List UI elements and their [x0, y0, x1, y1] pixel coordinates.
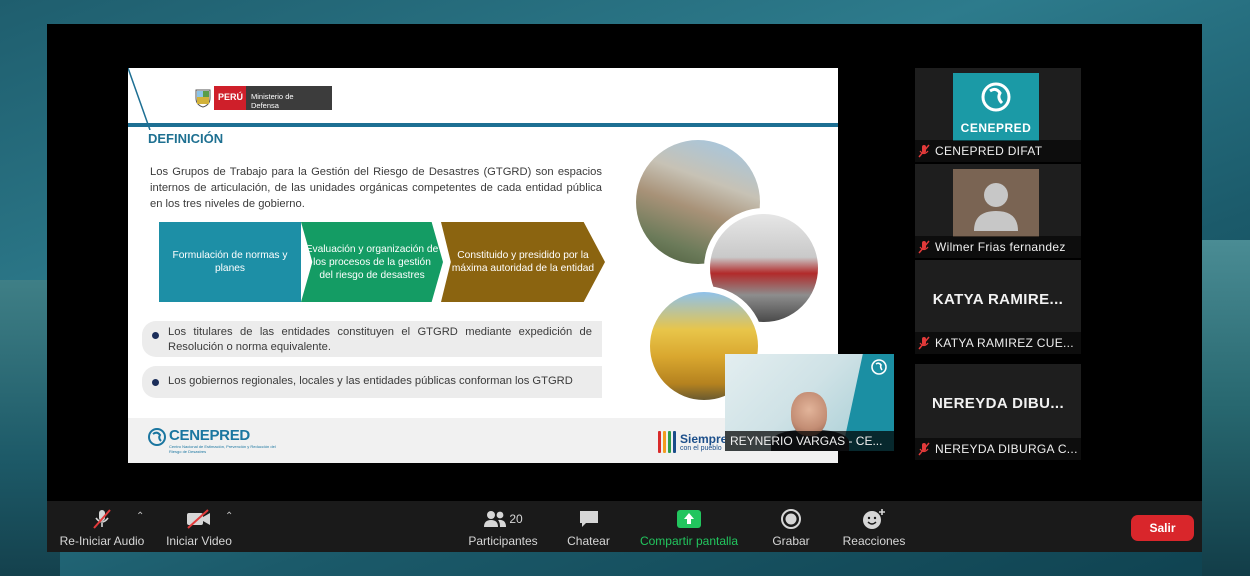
participants-label: Participantes [468, 534, 538, 548]
speaker-name-label: REYNERIO VARGAS - CE... [725, 431, 894, 451]
participant-tile[interactable]: NEREYDA DIBU... NEREYDA DIBURGA C... [915, 364, 1081, 460]
cenepred-footer-subtitle: Centro Nacional de Estimación, Prevenció… [169, 444, 276, 454]
meeting-toolbar: Re-Iniciar Audio ⌃ Iniciar Video ⌃ 20 Pa… [47, 501, 1202, 552]
participant-label: CENEPRED DIFAT [915, 140, 1081, 162]
participant-avatar [953, 169, 1039, 237]
slide-corner-decoration [128, 68, 151, 130]
participant-name: NEREYDA DIBURGA C... [935, 442, 1078, 456]
default-avatar-icon [974, 183, 1018, 231]
share-screen-icon [676, 508, 702, 530]
participant-tile[interactable]: CENEPRED CENEPRED DIFAT [915, 68, 1081, 162]
participant-label: NEREYDA DIBURGA C... [915, 438, 1081, 460]
cenepred-badge-icon [871, 359, 887, 375]
active-speaker-video[interactable]: REYNERIO VARGAS - CE... [725, 354, 894, 451]
chat-icon [576, 508, 602, 530]
share-screen-button[interactable]: Compartir pantalla [635, 501, 743, 552]
record-icon [778, 508, 804, 530]
slide-body-text: Los Grupos de Trabajo para la Gestión de… [150, 166, 602, 210]
zoom-meeting-window: PERÚ Ministerio de Defensa DEFINICIÓN Lo… [47, 24, 1202, 552]
participant-logo-text: CENEPRED [960, 121, 1032, 135]
participant-name: KATYA RAMIREZ CUE... [935, 336, 1074, 350]
participant-tile[interactable]: Wilmer Frias fernandez [915, 164, 1081, 258]
government-logo: PERÚ Ministerio de Defensa [192, 86, 333, 110]
siempre-slogan-sub: con el pueblo [680, 444, 722, 452]
bullet-item: Los gobiernos regionales, locales y las … [142, 366, 602, 398]
slide-header-line [128, 123, 838, 127]
bullet-item: Los titulares de las entidades constituy… [142, 321, 602, 357]
microphone-muted-icon [89, 508, 115, 530]
cenepred-logo-icon [981, 82, 1011, 112]
siempre-slogan: Siempre [680, 431, 728, 446]
cenepred-footer-name: CENEPRED [169, 427, 250, 444]
microphone-muted-icon [918, 442, 930, 456]
participant-display-name: KATYA RAMIRE... [932, 291, 1064, 308]
flow-step-2: Evaluación y organización de los proceso… [301, 222, 443, 302]
video-off-icon [186, 508, 212, 530]
reactions-label: Reacciones [842, 534, 906, 548]
leave-button[interactable]: Salir [1131, 515, 1194, 541]
participant-display-name: NEREYDA DIBU... [931, 395, 1065, 412]
audio-label: Re-Iniciar Audio [59, 534, 145, 548]
participant-tile[interactable]: KATYA RAMIRE... KATYA RAMIREZ CUE... [915, 260, 1081, 354]
participant-logo: CENEPRED [953, 73, 1039, 141]
participants-icon [484, 511, 507, 527]
chat-button[interactable]: Chatear [560, 501, 617, 552]
flow-step-3: Constituido y presidido por la máxima au… [441, 222, 605, 302]
chat-label: Chatear [567, 534, 610, 548]
microphone-muted-icon [918, 240, 930, 254]
record-button[interactable]: Grabar [765, 501, 817, 552]
caret-up-icon[interactable]: ⌃ [225, 511, 233, 522]
participants-button[interactable]: 20 Participantes [463, 501, 543, 552]
flow-step-1: Formulación de normas y planes [159, 222, 301, 302]
cenepred-footer-logo: CENEPRED Centro Nacional de Estimación, … [148, 428, 279, 454]
video-button[interactable]: Iniciar Video [160, 501, 238, 552]
audio-button[interactable]: Re-Iniciar Audio [57, 501, 147, 552]
video-label: Iniciar Video [166, 534, 232, 548]
participant-label: KATYA RAMIREZ CUE... [915, 332, 1081, 354]
microphone-muted-icon [918, 336, 930, 350]
cenepred-globe-icon [148, 428, 166, 446]
speaker-face [791, 392, 827, 436]
peru-shield-icon [192, 86, 214, 110]
reactions-button[interactable]: Reacciones [838, 501, 910, 552]
gov-ministry-label: Ministerio de Defensa [246, 86, 333, 110]
background-photo-right [1202, 240, 1250, 576]
caret-up-icon[interactable]: ⌃ [136, 511, 144, 522]
gov-peru-label: PERÚ [214, 86, 247, 110]
share-screen-label: Compartir pantalla [639, 534, 739, 548]
record-label: Grabar [772, 534, 810, 548]
meeting-stage: PERÚ Ministerio de Defensa DEFINICIÓN Lo… [47, 24, 1202, 501]
reactions-icon [861, 508, 887, 530]
siempre-bars-icon [658, 431, 676, 453]
participant-name: CENEPRED DIFAT [935, 144, 1043, 158]
siempre-logo: Siempre con el pueblo [658, 431, 727, 453]
participant-label: Wilmer Frias fernandez [915, 236, 1081, 258]
participant-name: Wilmer Frias fernandez [935, 240, 1066, 254]
participants-count: 20 [509, 512, 523, 526]
slide-title: DEFINICIÓN [148, 131, 224, 146]
microphone-muted-icon [918, 144, 930, 158]
